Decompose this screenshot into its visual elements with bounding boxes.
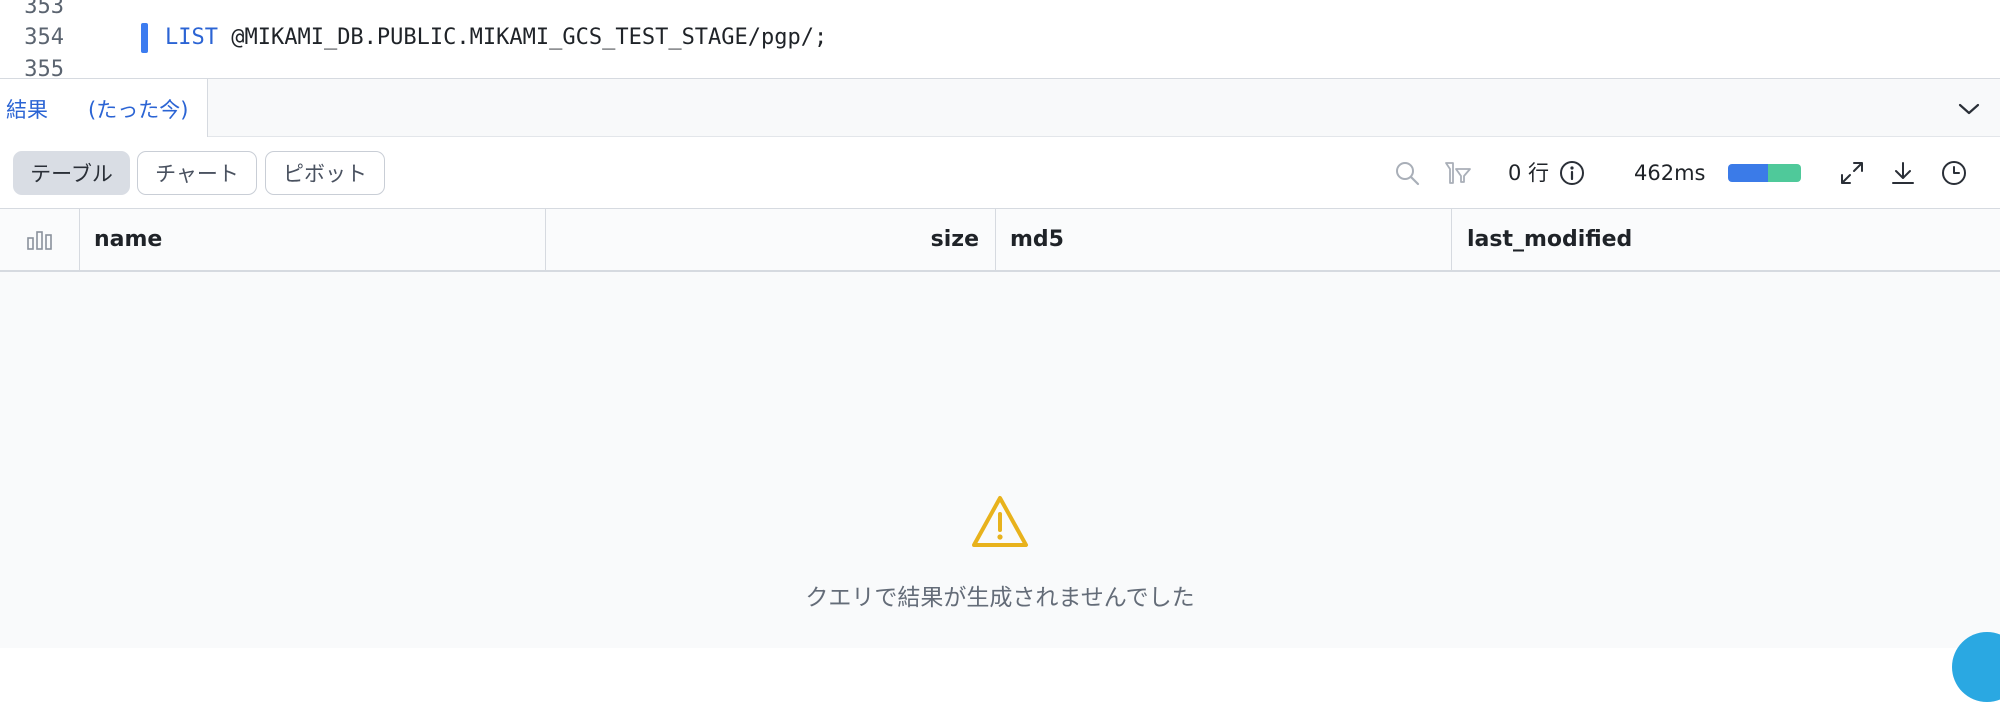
timing-bar[interactable] [1728, 164, 1801, 182]
column-header-size[interactable]: size [546, 209, 996, 270]
row-count-label: 0 行 [1508, 161, 1550, 185]
results-tab-bar: 結果 (たった今) [0, 78, 2000, 138]
line-number: 355 [24, 57, 64, 78]
code-line: 355 [0, 52, 2000, 78]
sql-keyword: LIST [165, 25, 218, 50]
results-toolbar: テーブル チャート ピボット 0 行 462ms [0, 137, 2000, 209]
results-table-body: クエリで結果が生成されませんでした [0, 272, 2000, 648]
info-icon[interactable] [1558, 159, 1586, 187]
chevron-down-icon[interactable] [1956, 96, 1982, 122]
tab-results[interactable]: 結果 (たった今) [0, 79, 208, 138]
sql-statement: @MIKAMI_DB.PUBLIC.MIKAMI_GCS_TEST_STAGE/… [217, 25, 828, 50]
column-header-last-modified[interactable]: last_modified [1452, 209, 2000, 270]
filter-icon[interactable] [1444, 159, 1472, 187]
download-icon[interactable] [1889, 159, 1917, 187]
warning-icon [970, 494, 1030, 550]
timing-segment-compile [1728, 164, 1769, 182]
empty-state-message: クエリで結果が生成されませんでした [805, 585, 1195, 611]
tab-results-label: 結果 [6, 97, 48, 122]
timing-segment-execute [1768, 164, 1801, 182]
code-text[interactable]: LIST @MIKAMI_DB.PUBLIC.MIKAMI_GCS_TEST_S… [165, 20, 827, 56]
expand-icon[interactable] [1838, 159, 1866, 187]
column-header-md5[interactable]: md5 [996, 209, 1452, 270]
results-table-header: name size md5 last_modified [0, 209, 2000, 272]
history-clock-icon[interactable] [1940, 159, 1968, 187]
line-number: 354 [24, 25, 64, 50]
search-icon[interactable] [1393, 159, 1421, 187]
code-line-current[interactable]: 354 LIST @MIKAMI_DB.PUBLIC.MIKAMI_GCS_TE… [0, 20, 2000, 56]
column-stats-icon[interactable] [0, 209, 80, 270]
column-header-name[interactable]: name [80, 209, 546, 270]
current-line-marker [141, 23, 148, 53]
query-duration: 462ms [1634, 161, 1706, 185]
view-chart-button[interactable]: チャート [137, 151, 257, 195]
row-count: 0 行 [1508, 159, 1549, 187]
view-table-button[interactable]: テーブル [13, 151, 130, 195]
tab-results-time: (たった今) [88, 97, 189, 122]
view-pivot-button[interactable]: ピボット [265, 151, 385, 195]
code-editor[interactable]: 353 354 LIST @MIKAMI_DB.PUBLIC.MIKAMI_GC… [0, 0, 2000, 78]
